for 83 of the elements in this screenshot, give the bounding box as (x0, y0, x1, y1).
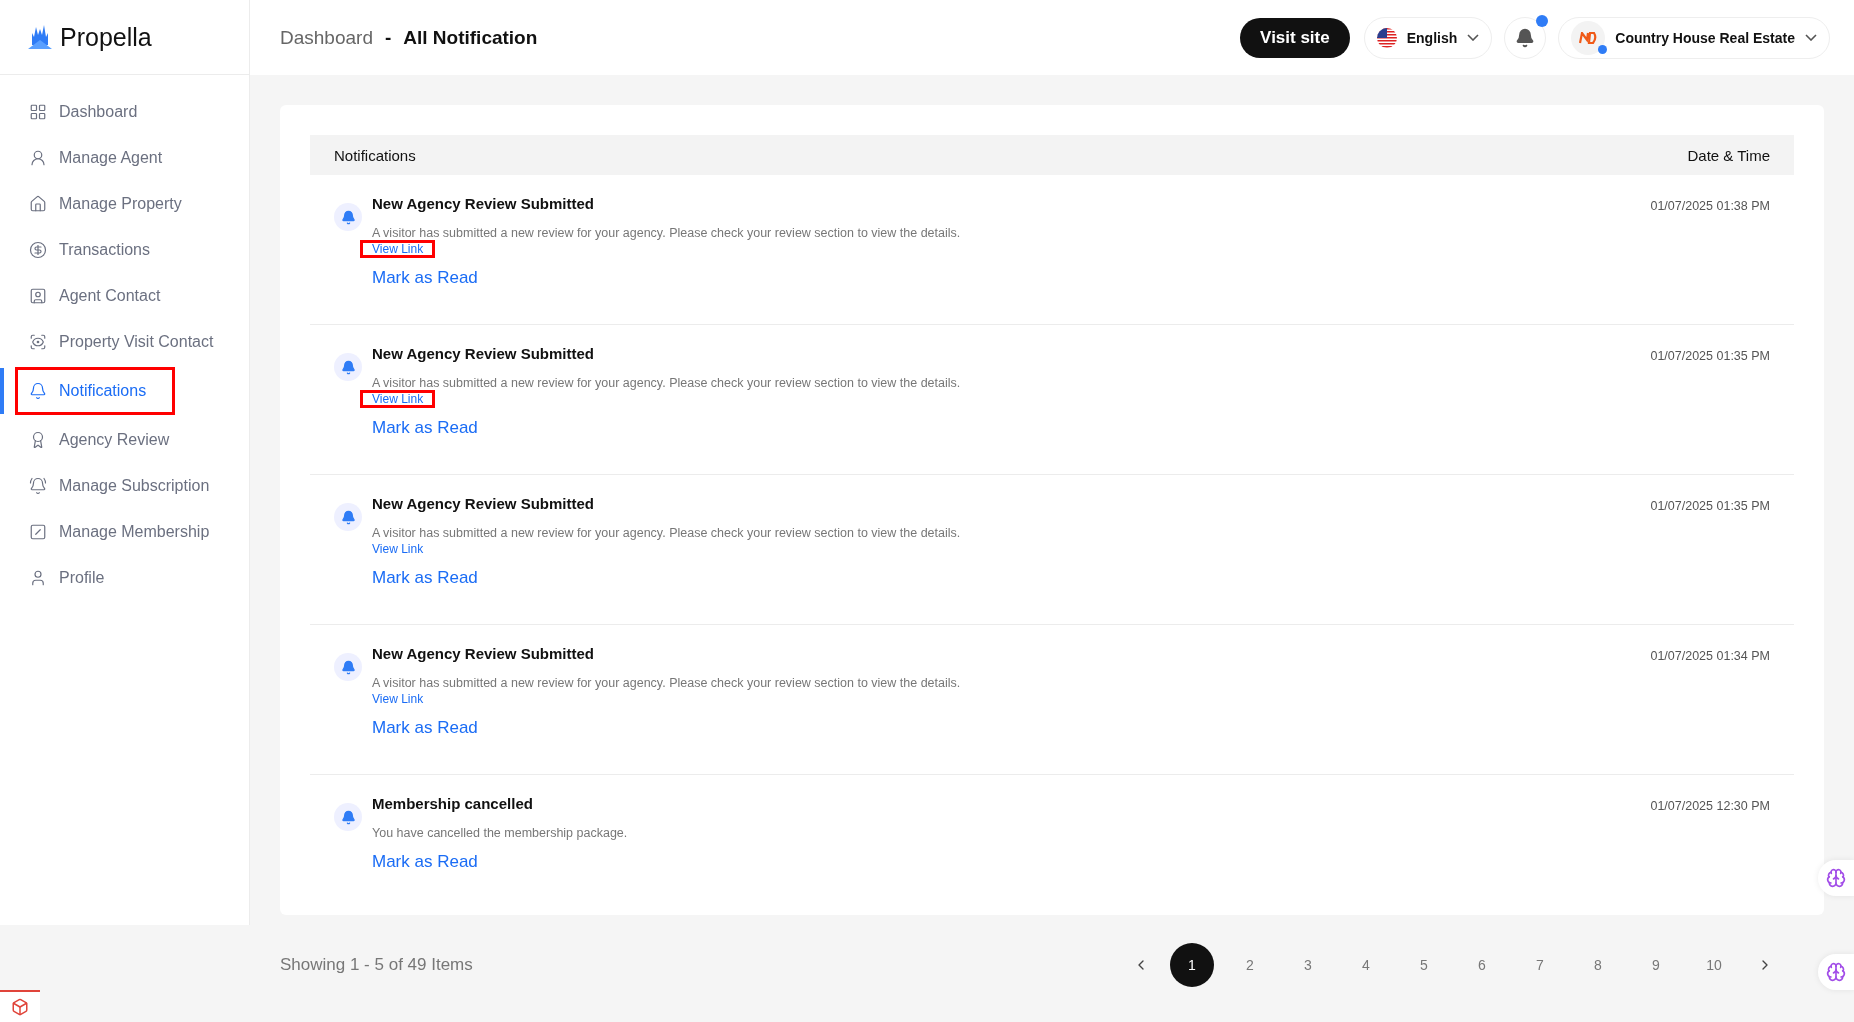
notification-title: New Agency Review Submitted (372, 645, 594, 662)
slash-square-icon (29, 523, 47, 541)
sidebar-item[interactable]: Agency Review (0, 417, 249, 463)
sidebar-item[interactable]: Manage Subscription (0, 463, 249, 509)
notification-message: A visitor has submitted a new review for your agency. Please check your review section to view the details. (372, 676, 961, 690)
mark-as-read-link[interactable]: Mark as Read (372, 852, 478, 872)
pagination-summary: Showing 1 - 5 of 49 Items (280, 955, 473, 975)
notification-title: New Agency Review Submitted (372, 495, 594, 512)
page-button[interactable]: 1 (1170, 943, 1214, 987)
page-button[interactable]: 4 (1344, 943, 1388, 987)
bell-icon (29, 382, 47, 400)
sidebar-item[interactable]: Manage Membership (0, 509, 249, 555)
notification-message: A visitor has submitted a new review for your agency. Please check your review section to view the details. (372, 526, 961, 540)
language-selector[interactable]: English (1363, 16, 1493, 59)
contact-card-icon (29, 287, 47, 305)
dollar-icon (29, 241, 47, 259)
debug-toolbar-button[interactable] (0, 990, 40, 1022)
bell-icon (29, 477, 47, 495)
column-header: Notifications (334, 146, 416, 164)
notification-time: 01/07/2025 01:38 PM (1650, 199, 1770, 215)
assistant-button[interactable] (1818, 860, 1854, 896)
notification-message: A visitor has submitted a new review for your agency. Please check your review section to view the details. (372, 226, 961, 240)
view-link[interactable]: View Link (360, 540, 436, 558)
mark-as-read-link[interactable]: Mark as Read (372, 718, 478, 738)
sidebar-item[interactable]: Notifications (15, 367, 175, 415)
sidebar-item[interactable]: Dashboard (0, 89, 249, 135)
eye-icon (29, 333, 47, 351)
bell-icon (334, 803, 362, 831)
bell-icon (334, 653, 362, 681)
visit-site-button[interactable]: Visit site (1240, 17, 1350, 58)
mark-as-read-link[interactable]: Mark as Read (372, 268, 478, 288)
view-link[interactable]: View Link (360, 240, 436, 258)
notification-message: A visitor has submitted a new review for your agency. Please check your review section to view the details. (372, 376, 961, 390)
account-menu[interactable]: Country House Real Estate (1558, 16, 1830, 59)
bell-icon (334, 353, 362, 381)
page-button[interactable]: 2 (1228, 943, 1272, 987)
us-flag-icon (1376, 27, 1397, 48)
mark-as-read-link[interactable]: Mark as Read (372, 418, 478, 438)
brain-icon (1826, 962, 1846, 982)
page-button[interactable]: 5 (1402, 943, 1446, 987)
page-button[interactable]: 9 (1634, 943, 1678, 987)
column-header: Date & Time (1687, 146, 1770, 164)
sidebar-item[interactable]: Manage Agent (0, 135, 249, 181)
notification-time: 01/07/2025 01:34 PM (1650, 649, 1770, 665)
breadcrumb-link[interactable]: Dashboard (280, 26, 373, 49)
bell-icon (334, 203, 362, 231)
chevron-down-icon (1467, 34, 1480, 41)
view-link[interactable]: View Link (360, 690, 436, 708)
person-icon (29, 149, 47, 167)
notification-button[interactable] (1504, 16, 1547, 59)
view-link[interactable]: View Link (360, 390, 436, 408)
brand-name: Propella (60, 22, 152, 52)
sidebar-item[interactable]: Property Visit Contact (0, 319, 249, 365)
assistant-button[interactable] (1818, 954, 1854, 990)
bell-icon (334, 503, 362, 531)
notification-title: New Agency Review Submitted (372, 195, 594, 212)
notification-title: Membership cancelled (372, 795, 533, 812)
company-logo-icon (1579, 31, 1598, 44)
selection-indicator (0, 368, 4, 414)
notification-time: 01/07/2025 01:35 PM (1650, 349, 1770, 365)
sidebar-item[interactable]: Agent Contact (0, 273, 249, 319)
cube-icon (11, 998, 29, 1016)
sidebar-item[interactable]: Transactions (0, 227, 249, 273)
page-button[interactable]: 6 (1460, 943, 1504, 987)
notification-time: 01/07/2025 12:30 PM (1650, 799, 1770, 815)
sidebar-item[interactable]: Manage Property (0, 181, 249, 227)
chevron-down-icon (1805, 34, 1817, 41)
user-icon (29, 569, 47, 587)
notification-time: 01/07/2025 01:35 PM (1650, 499, 1770, 515)
sidebar-item[interactable]: Profile (0, 555, 249, 601)
brain-icon (1826, 868, 1846, 888)
page-title: All Notification (403, 26, 538, 49)
breadcrumb-separator: - (384, 26, 392, 49)
house-icon (29, 195, 47, 213)
grid-icon (29, 103, 47, 121)
notification-title: New Agency Review Submitted (372, 345, 594, 362)
notification-message: You have cancelled the membership package. (372, 826, 628, 840)
mark-as-read-link[interactable]: Mark as Read (372, 568, 478, 588)
bell-icon (1515, 27, 1536, 48)
page-button[interactable]: 10 (1692, 943, 1736, 987)
page-button[interactable]: 8 (1576, 943, 1620, 987)
page-button[interactable]: 7 (1518, 943, 1562, 987)
page-button[interactable]: 3 (1286, 943, 1330, 987)
